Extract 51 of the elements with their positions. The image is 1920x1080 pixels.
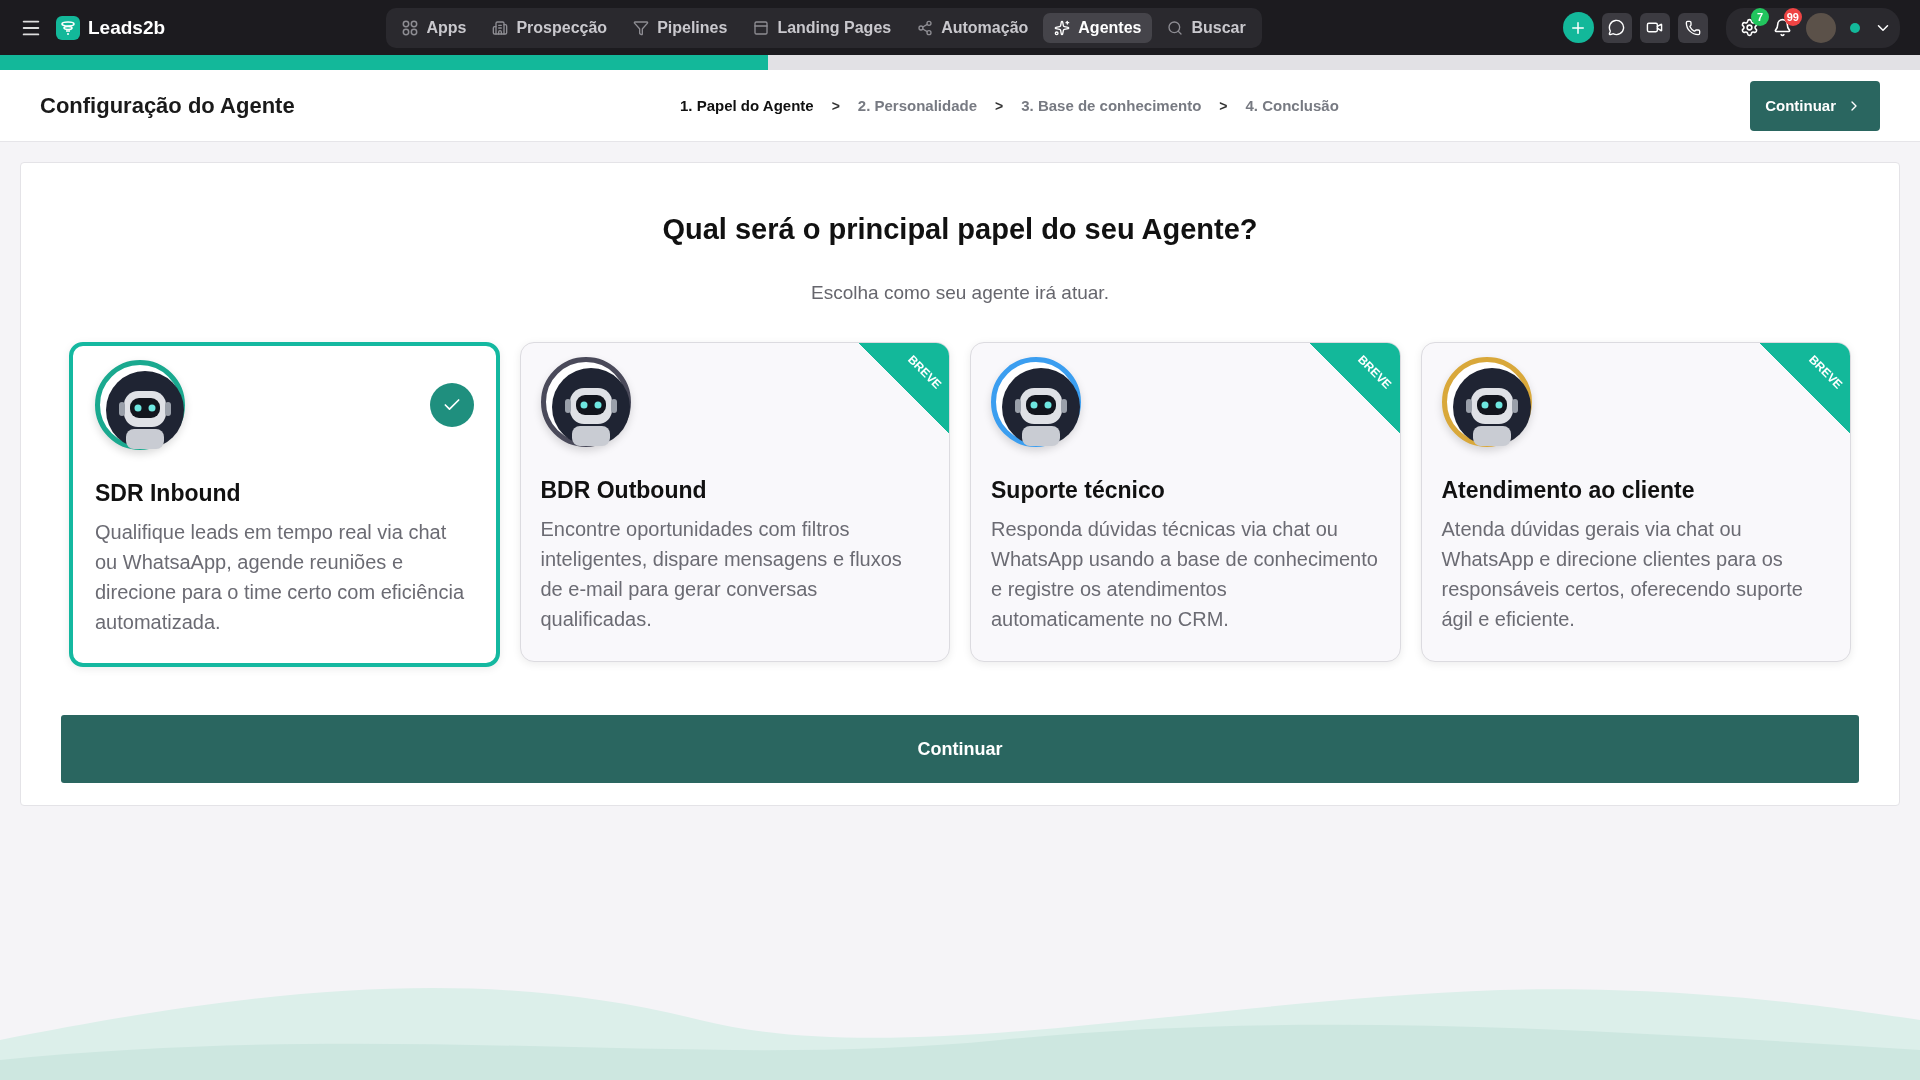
chat-bubble-icon (1608, 19, 1626, 36)
grid-icon (402, 19, 419, 36)
nav-item[interactable]: Landing Pages (742, 12, 903, 43)
robot-icon (1002, 368, 1080, 446)
role-card[interactable]: SDR Inbound Qualifique leads em tempo real via chat ou WhatsaApp, agende reuniões e direcione para o time certo com eficiência automatizada. (69, 342, 500, 667)
step-separator: > (995, 97, 1004, 114)
count-badge: 99 (1783, 8, 1802, 26)
question-heading: Qual será o principal papel do seu Agente? (662, 213, 1258, 246)
page-title: Configuração do Agente (40, 92, 296, 119)
building-icon (492, 19, 509, 36)
subtitle: Escolha como seu agente irá atuar. (811, 282, 1109, 304)
check-icon (429, 383, 474, 427)
step-separator: > (831, 97, 840, 114)
nav-item[interactable]: Agentes (1043, 12, 1153, 43)
step-link[interactable]: 1. Papel do Agente (680, 97, 814, 114)
robot-icon (551, 368, 630, 446)
nav-item[interactable]: Prospecção (481, 12, 619, 43)
step-separator: > (1219, 97, 1228, 114)
continue-button[interactable]: Continuar (1750, 80, 1880, 131)
step-link[interactable]: 3. Base de conhecimento (1021, 97, 1202, 114)
settings-button[interactable] (1740, 18, 1759, 37)
card-title: Atendimento ao cliente (1441, 477, 1696, 504)
count-badge: 7 (1751, 8, 1769, 26)
card-title: SDR Inbound (95, 480, 242, 507)
card-title: Suporte técnico (991, 477, 1166, 504)
sparkles-icon (1054, 19, 1071, 36)
chat-button[interactable] (1602, 12, 1632, 43)
robot-icon (106, 371, 184, 449)
nav-item[interactable]: Apps (391, 12, 478, 43)
add-button[interactable] (1563, 12, 1594, 43)
robot-icon (1452, 368, 1531, 446)
continue-button[interactable]: Continuar (61, 715, 1859, 783)
card-title: BDR Outbound (540, 477, 708, 504)
nav-item[interactable]: Buscar (1156, 12, 1257, 43)
step-link[interactable]: 4. Conclusão (1245, 97, 1339, 114)
logo-text: Leads2b (88, 16, 166, 39)
nav-item[interactable]: Automação (906, 12, 1040, 43)
card-description: Encontre oportunidades com filtros inteligentes, dispare mensagens e fluxos de e-mail para gerar conversas qualificadas. (540, 517, 903, 632)
nav-item[interactable]: Pipelines (622, 12, 739, 43)
search-icon (1167, 19, 1184, 36)
logo-icon (56, 15, 80, 40)
window-icon (753, 19, 770, 36)
step-link[interactable]: 2. Personalidade (857, 97, 978, 114)
phone-button[interactable] (1678, 12, 1708, 43)
share-icon (917, 19, 934, 36)
phone-icon (1685, 19, 1701, 36)
filter-icon (633, 19, 650, 36)
video-button[interactable] (1640, 12, 1670, 43)
card-description: Qualifique leads em tempo real via chat ou WhatsaApp, agende reuniões e direcione para o time certo com eficiência automatizada. (95, 520, 466, 635)
card-description: Atenda dúvidas gerais via chat ou WhatsApp e direcione clientes para os responsáveis certos, oferecendo suporte ágil e eficiente. (1441, 517, 1804, 632)
card-description: Responda dúvidas técnicas via chat ou WhatsApp usando a base de conhecimento e registre os atendimentos automaticamente no CRM. (991, 517, 1379, 632)
